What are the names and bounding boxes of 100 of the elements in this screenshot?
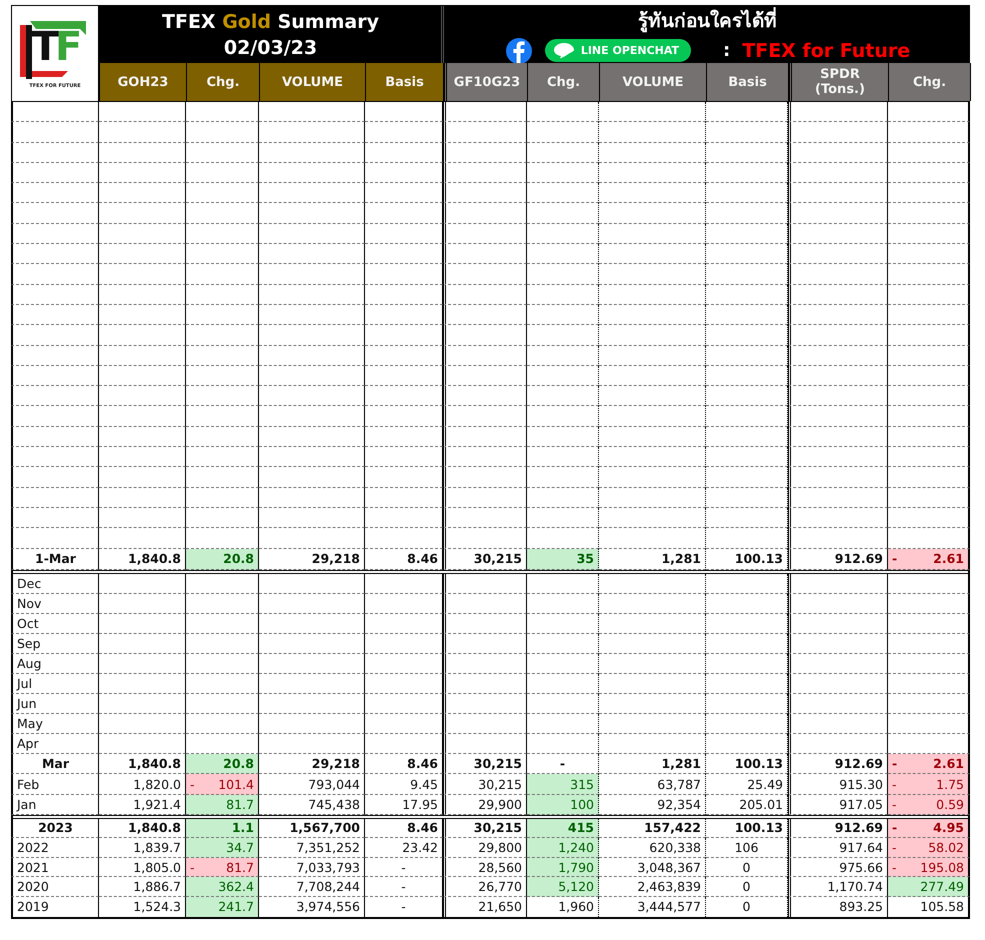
empty-cell <box>527 674 599 694</box>
table-cell: 1,567,700 <box>259 818 365 838</box>
row-label: 2020 <box>11 877 99 898</box>
empty-cell <box>527 203 599 224</box>
column-header: Basis <box>707 63 789 101</box>
empty-cell <box>527 386 599 406</box>
table-cell: - 195.08 <box>888 858 970 878</box>
row-label: 2022 <box>11 838 99 858</box>
table-cell: 415 <box>527 818 599 838</box>
table-cell: 7,351,252 <box>259 838 365 858</box>
table-cell: 157,422 <box>599 818 706 838</box>
table-cell: 92,354 <box>599 794 706 815</box>
table-cell: 0 <box>706 858 788 878</box>
empty-cell <box>527 162 599 184</box>
empty-cell <box>527 488 599 508</box>
table-cell: 1,281 <box>599 754 706 774</box>
table-cell: 17.95 <box>365 794 443 815</box>
table-cell: 1,960 <box>527 897 599 917</box>
table-cell: 1,790 <box>527 858 599 878</box>
row-label: 1-Mar <box>11 548 99 570</box>
empty-cell <box>527 142 599 163</box>
empty-cell <box>527 264 599 285</box>
empty-cell <box>527 244 599 264</box>
table-cell: 3,444,577 <box>599 897 706 917</box>
table-cell: 0 <box>706 877 788 898</box>
empty-cell <box>527 366 599 386</box>
empty-cell <box>527 508 599 528</box>
empty-cell <box>527 325 599 346</box>
table-cell: 29,218 <box>259 754 365 774</box>
table-cell: 745,438 <box>259 794 365 815</box>
column-header: SPDR (Tons.) <box>789 63 889 101</box>
empty-cell <box>527 447 599 468</box>
table-cell: 25.49 <box>706 774 788 795</box>
column-header: Chg. <box>528 63 600 101</box>
channel-name: TFEX for Future <box>742 40 910 62</box>
table-cell: - <box>365 877 443 898</box>
slogan: รู้ทันก่อนใครได้ที่ <box>638 4 777 34</box>
row-label: Apr <box>11 734 99 754</box>
row-label: Sep <box>11 634 99 654</box>
table-cell: 23.42 <box>365 838 443 858</box>
table-cell: - <box>365 858 443 878</box>
row-label: May <box>11 714 99 734</box>
table-cell: 205.01 <box>706 794 788 815</box>
empty-cell <box>527 694 599 714</box>
sheet-title: TFEX Gold Summary <box>162 10 379 34</box>
table-cell: 100.13 <box>706 548 788 570</box>
empty-cell <box>527 406 599 427</box>
separator-colon: : <box>723 40 730 61</box>
table-cell: - 2.61 <box>888 754 970 774</box>
table-cell: 100.13 <box>706 754 788 774</box>
column-header: Basis <box>366 63 444 101</box>
table-cell: 3,974,556 <box>259 897 365 917</box>
table-cell: 106 <box>706 838 788 858</box>
row-label: Oct <box>11 614 99 634</box>
empty-cell <box>527 426 599 448</box>
table-cell: 8.46 <box>365 818 443 838</box>
column-header: Chg. <box>889 63 971 101</box>
empty-cell <box>527 183 599 204</box>
empty-cell <box>527 122 599 143</box>
table-cell: 1,281 <box>599 548 706 570</box>
social-icon <box>504 36 533 64</box>
sheet-date: 02/03/23 <box>224 36 318 60</box>
row-label: 2019 <box>11 897 99 917</box>
empty-cell <box>527 634 599 654</box>
table-cell: 81.7 <box>186 794 259 815</box>
empty-cell <box>527 467 599 488</box>
table-cell: - 1.75 <box>888 774 970 795</box>
table-cell: 277.49 <box>888 877 970 898</box>
empty-cell <box>527 614 599 634</box>
table-cell: 9.45 <box>365 774 443 795</box>
column-header: GOH23 <box>100 63 187 101</box>
empty-cell <box>527 346 599 366</box>
row-label: Jul <box>11 674 99 694</box>
table-cell: 21,650 <box>443 897 527 917</box>
row-label: Nov <box>11 594 99 614</box>
table-cell: 0 <box>706 897 788 917</box>
row-label: 2021 <box>11 858 99 878</box>
table-cell: - 81.7 <box>186 858 259 878</box>
table-cell: 35 <box>527 548 599 570</box>
column-header: Chg. <box>187 63 260 101</box>
table-cell: - 0.59 <box>888 794 970 815</box>
row-label: Jan <box>11 794 99 815</box>
empty-cell <box>527 654 599 674</box>
table-cell: 29,218 <box>259 548 365 570</box>
empty-cell <box>527 304 599 326</box>
row-label: Feb <box>11 774 99 795</box>
empty-cell <box>527 574 599 594</box>
table-cell: - <box>365 897 443 917</box>
table-cell: - 101.4 <box>186 774 259 795</box>
empty-cell <box>527 284 599 305</box>
table-cell: 362.4 <box>186 877 259 898</box>
table-cell: 1,240 <box>527 838 599 858</box>
table-cell: - 4.95 <box>888 818 970 838</box>
row-label: Jun <box>11 694 99 714</box>
empty-cell <box>527 714 599 734</box>
table-cell: 7,033,793 <box>259 858 365 878</box>
empty-cell <box>527 224 599 244</box>
table-cell: 793,044 <box>259 774 365 795</box>
table-cell: 2,463,839 <box>599 877 706 898</box>
row-label: 2023 <box>11 818 99 838</box>
